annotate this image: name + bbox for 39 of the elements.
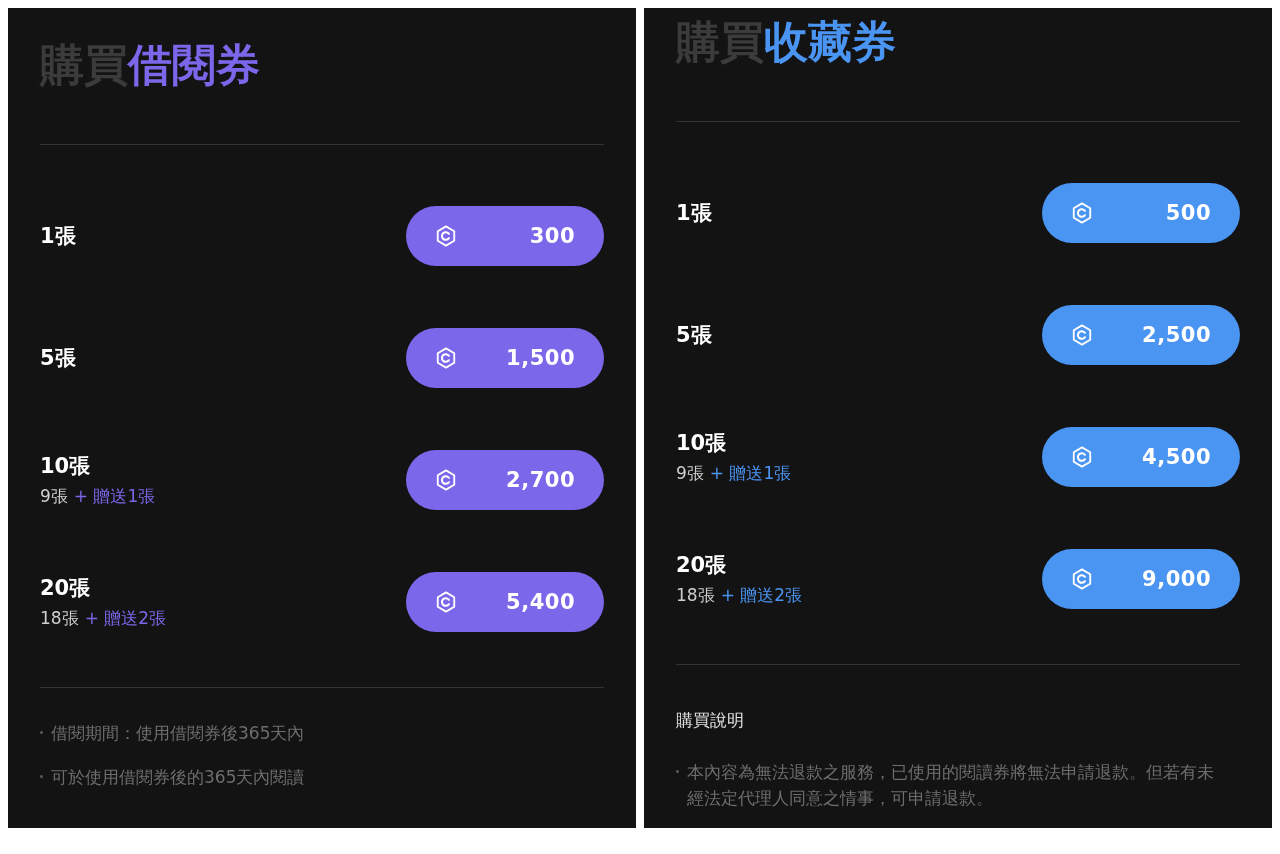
quantity-label: 10張 [676,430,727,457]
coin-icon [435,469,457,491]
bonus-quantity: + 贈送1張 [709,462,792,485]
bonus-quantity: + 贈送2張 [720,584,803,607]
coin-icon [1071,446,1093,468]
price-button[interactable]: 300 [406,206,604,266]
base-quantity: 18張 [40,607,79,630]
bonus-quantity: + 贈送2張 [84,607,167,630]
price-button[interactable]: 5,400 [406,572,604,632]
coin-icon [1071,324,1093,346]
coin-icon [1071,202,1093,224]
note-text: 本內容為無法退款之服務，已使用的閱讀券將無法申請退款。但若有未經法定代理人同意之情事，可申請退款。 [687,761,1215,810]
coin-icon [435,225,457,247]
price-button[interactable]: 2,700 [406,450,604,510]
coin-icon [435,591,457,613]
bullet-dot-icon [676,770,679,773]
price-button[interactable]: 2,500 [1042,305,1240,365]
price-button[interactable]: 9,000 [1042,549,1240,609]
price-button[interactable]: 1,500 [406,328,604,388]
base-quantity: 9張 [676,462,704,485]
base-quantity: 18張 [676,584,715,607]
bonus-quantity: + 贈送1張 [73,485,156,508]
bullet-dot-icon [40,731,43,734]
coin-icon [1071,568,1093,590]
base-quantity: 9張 [40,485,68,508]
note-text: 借閱期間：使用借閱券後365天內 [51,722,305,745]
note-text: 可於使用借閱券後的365天內閱讀 [51,766,305,789]
bullet-dot-icon [40,775,43,778]
quantity-label: 10張 [40,453,91,480]
coin-icon [435,347,457,369]
quantity-label: 1張 [676,200,712,227]
quantity-label: 20張 [676,552,727,579]
quantity-label: 20張 [40,575,91,602]
quantity-label: 5張 [40,345,76,372]
quantity-label: 5張 [676,322,712,349]
notes-heading: 購買說明 [676,709,744,732]
price-button[interactable]: 4,500 [1042,427,1240,487]
quantity-label: 1張 [40,223,76,250]
price-button[interactable]: 500 [1042,183,1240,243]
